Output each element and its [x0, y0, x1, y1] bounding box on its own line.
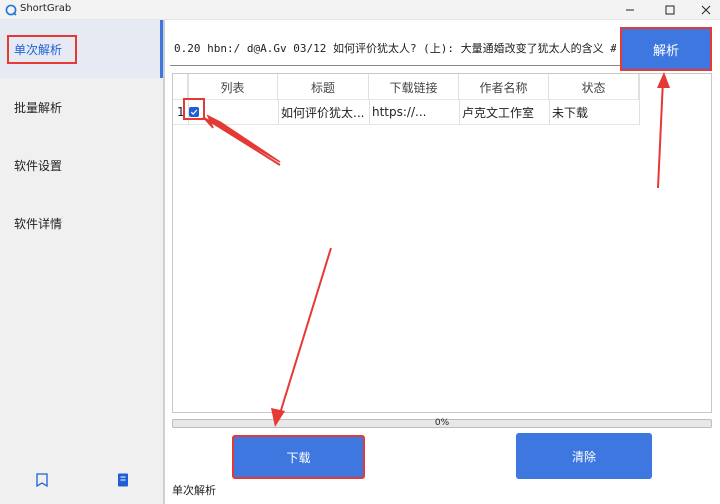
document-icon[interactable]: [115, 472, 131, 488]
col-separator: [639, 74, 640, 125]
sidebar-item-batch-parse[interactable]: 批量解析: [0, 78, 163, 136]
sidebar-divider: [163, 20, 165, 504]
cell-title: 如何评价犹太...: [281, 105, 365, 120]
col-separator: [549, 99, 550, 125]
sidebar-item-label: 软件设置: [14, 158, 63, 173]
cell-author: 卢克文工作室: [462, 105, 535, 120]
table-header-blank: [173, 74, 188, 100]
table-header: 下载链接: [369, 74, 459, 100]
table-header: 标题: [278, 74, 369, 100]
col-separator: [369, 99, 370, 125]
progress-label: 0%: [434, 418, 450, 428]
sidebar-item-label: 批量解析: [14, 100, 63, 115]
status-text: 单次解析: [172, 484, 216, 497]
cell-status: 未下载: [552, 105, 589, 120]
row-separator: [173, 124, 639, 125]
results-table: 列表 标题 下载链接 作者名称 状态 1 如何评价犹太... https://.…: [172, 73, 712, 413]
cell-link: https://...: [372, 105, 427, 119]
sidebar-item-details[interactable]: 软件详情: [0, 194, 163, 252]
app-logo-icon: [5, 4, 17, 16]
download-button[interactable]: 下载: [232, 435, 365, 479]
close-icon: [701, 5, 711, 15]
window-title: ShortGrab: [20, 3, 72, 14]
table-header: 状态: [549, 74, 639, 100]
minimize-button[interactable]: [612, 0, 648, 20]
sidebar-item-settings[interactable]: 软件设置: [0, 136, 163, 194]
sidebar: 单次解析 批量解析 软件设置 软件详情: [0, 20, 163, 504]
download-progress-bar: 0%: [172, 418, 712, 428]
clear-button[interactable]: 清除: [516, 433, 652, 479]
maximize-icon: [665, 5, 675, 15]
book-icon[interactable]: [34, 472, 50, 488]
table-header: 列表: [188, 74, 278, 100]
maximize-button[interactable]: [652, 0, 688, 20]
title-bar: ShortGrab: [0, 0, 720, 20]
close-button[interactable]: [688, 0, 720, 20]
annotation-box: [7, 35, 77, 64]
minimize-icon: [626, 9, 634, 11]
col-separator: [459, 99, 460, 125]
parse-button[interactable]: 解析: [620, 27, 712, 71]
table-header: 作者名称: [459, 74, 549, 100]
sidebar-item-label: 软件详情: [14, 216, 63, 231]
share-link-input[interactable]: [170, 30, 620, 66]
annotation-box: [183, 98, 205, 120]
col-separator: [278, 99, 279, 125]
